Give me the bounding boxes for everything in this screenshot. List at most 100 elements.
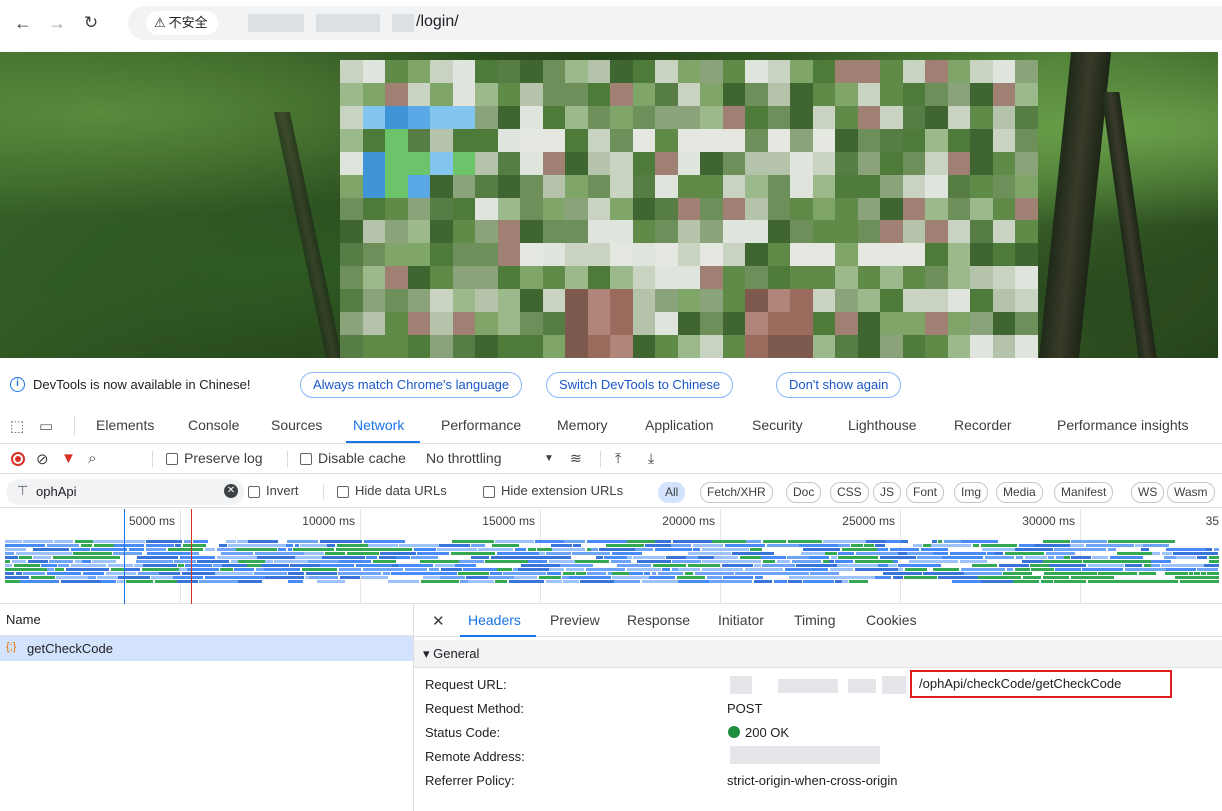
waterfall-segment (1164, 556, 1176, 559)
filter-input[interactable]: ⊤ ophApi ✕ (6, 479, 244, 505)
mosaic-cell (385, 128, 408, 152)
network-conditions-icon[interactable]: ≋ (570, 450, 582, 467)
tab-recorder[interactable]: Recorder (954, 417, 1012, 433)
chip-js[interactable]: JS (873, 482, 902, 503)
waterfall-segment (113, 552, 142, 555)
tab-headers[interactable]: Headers (468, 612, 521, 628)
chip-all[interactable]: All (658, 482, 686, 503)
tab-console[interactable]: Console (188, 417, 239, 433)
mosaic-cell (812, 197, 836, 221)
throttling-select[interactable]: No throttling (426, 450, 501, 466)
waterfall-segment (855, 568, 898, 571)
export-har-icon[interactable]: ⤓ (648, 450, 654, 467)
chevron-down-icon[interactable]: ▼ (544, 453, 554, 464)
tab-sources[interactable]: Sources (271, 417, 322, 433)
match-language-button[interactable]: Always match Chrome's language (300, 372, 523, 398)
address-bar[interactable]: ⚠ 不安全 /login/ (128, 6, 1222, 40)
mosaic-cell (385, 174, 408, 198)
back-arrow-icon[interactable]: ← (11, 12, 35, 34)
tab-performance-insights[interactable]: Performance insights (1057, 417, 1189, 433)
chip-manifest[interactable]: Manifest (1054, 482, 1114, 503)
waterfall-segment (969, 556, 983, 559)
security-chip[interactable]: ⚠ 不安全 (146, 11, 218, 35)
mosaic-cell (610, 289, 633, 313)
tab-timing[interactable]: Timing (794, 612, 836, 628)
clear-filter-icon[interactable]: ✕ (224, 484, 238, 498)
mosaic-cell (565, 220, 588, 244)
request-row[interactable]: {;} getCheckCode (0, 636, 413, 661)
device-toolbar-icon[interactable]: ▭ (39, 417, 53, 435)
mosaic-cell (610, 151, 633, 175)
disable-cache-checkbox[interactable] (300, 453, 312, 465)
switch-to-chinese-button[interactable]: Switch DevTools to Chinese (546, 372, 734, 398)
mosaic-cell (677, 128, 701, 152)
mosaic-cell (520, 266, 543, 290)
referrer-policy-value: strict-origin-when-cross-origin (727, 773, 898, 788)
waterfall-segment (838, 544, 850, 547)
mosaic-cell (475, 312, 498, 336)
mosaic-cell (632, 128, 656, 152)
waterfall-segment (1013, 580, 1039, 583)
tab-application[interactable]: Application (645, 417, 714, 433)
search-icon[interactable]: ⌕ (88, 450, 96, 467)
hide-data-urls-checkbox[interactable] (337, 486, 349, 498)
tab-security[interactable]: Security (752, 417, 803, 433)
mosaic-cell (520, 243, 543, 267)
tab-initiator[interactable]: Initiator (718, 612, 764, 628)
mosaic-cell (452, 266, 476, 290)
clear-icon[interactable]: ⊘ (36, 450, 49, 468)
waterfall-segment (108, 564, 133, 567)
preserve-log-checkbox[interactable] (166, 453, 178, 465)
inspect-element-icon[interactable]: ⬚ (10, 417, 24, 435)
waterfall-segment (16, 572, 22, 575)
chip-css[interactable]: CSS (830, 482, 869, 503)
chip-fetch-xhr[interactable]: Fetch/XHR (700, 482, 773, 503)
mosaic-cell (812, 174, 836, 198)
mosaic-cell (362, 197, 386, 221)
tab-performance[interactable]: Performance (441, 417, 521, 433)
waterfall-segment (614, 580, 640, 583)
dont-show-again-button[interactable]: Don't show again (776, 372, 902, 398)
tab-response[interactable]: Response (627, 612, 690, 628)
tab-lighthouse[interactable]: Lighthouse (848, 417, 917, 433)
mosaic-cell (655, 220, 678, 244)
tab-elements[interactable]: Elements (96, 417, 154, 433)
waterfall-segment (247, 564, 261, 567)
mosaic-cell (970, 220, 993, 244)
waterfall-segment (761, 556, 786, 559)
import-har-icon[interactable]: ⤒ (615, 450, 621, 467)
invert-checkbox[interactable] (248, 486, 260, 498)
record-icon[interactable] (11, 452, 25, 466)
waterfall-segment (762, 564, 795, 567)
reload-icon[interactable]: ↻ (79, 12, 103, 34)
mosaic-cell (520, 128, 543, 152)
forward-arrow-icon[interactable]: → (45, 12, 69, 34)
general-section-header[interactable]: ▾ General (414, 640, 1222, 668)
filter-icon[interactable]: ▼ (61, 450, 76, 467)
waterfall-segment (546, 580, 562, 583)
waterfall-segment (1194, 572, 1200, 575)
waterfall-segment (952, 580, 981, 583)
tab-network[interactable]: Network (353, 417, 404, 433)
chip-wasm[interactable]: Wasm (1167, 482, 1215, 503)
name-column-header[interactable]: Name (6, 612, 41, 627)
waterfall-segment (414, 548, 436, 551)
mosaic-cell (475, 60, 498, 83)
timeline-overview[interactable]: 5000 ms 10000 ms 15000 ms 20000 ms 25000… (0, 509, 1222, 604)
tab-preview[interactable]: Preview (550, 612, 600, 628)
chip-doc[interactable]: Doc (786, 482, 822, 503)
tab-memory[interactable]: Memory (557, 417, 608, 433)
chip-img[interactable]: Img (954, 482, 989, 503)
waterfall-segment (633, 556, 665, 559)
chip-media[interactable]: Media (996, 482, 1043, 503)
chip-font[interactable]: Font (906, 482, 945, 503)
chip-ws[interactable]: WS (1131, 482, 1165, 503)
mosaic-cell (587, 151, 611, 175)
waterfall-segment (672, 560, 701, 563)
hide-extension-urls-checkbox[interactable] (483, 486, 495, 498)
close-icon[interactable]: ✕ (432, 612, 445, 630)
mosaic-cell (970, 174, 993, 198)
redacted-url-part (248, 14, 304, 32)
tab-cookies[interactable]: Cookies (866, 612, 917, 628)
status-code-value: 200 OK (745, 725, 790, 740)
